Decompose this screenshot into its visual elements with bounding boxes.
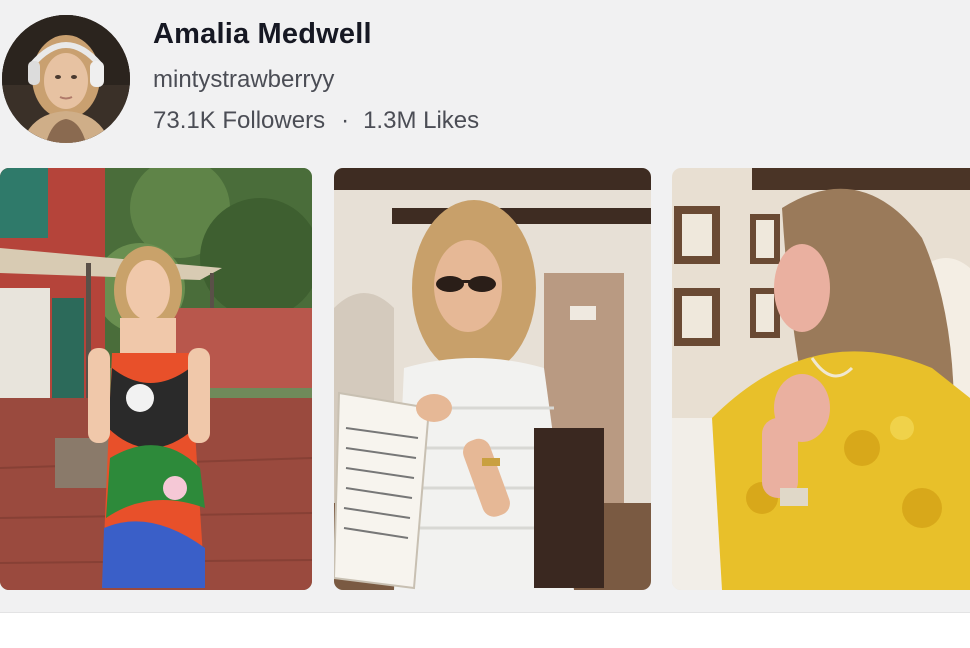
likes-count: 1.3M Likes	[363, 107, 480, 134]
avatar[interactable]	[2, 15, 130, 143]
video-thumbnail-image	[334, 168, 651, 590]
creator-handle[interactable]: mintystrawberryy	[153, 66, 334, 94]
page-divider	[0, 612, 970, 648]
video-thumbnail-2[interactable]	[334, 168, 651, 590]
video-thumbnail-1[interactable]	[0, 168, 312, 590]
video-thumbnail-image	[0, 168, 312, 590]
creator-name[interactable]: Amalia Medwell	[153, 18, 372, 51]
creator-stats: 73.1K Followers · 1.3M Likes	[153, 107, 479, 135]
video-thumbnail-3[interactable]	[672, 168, 970, 590]
video-thumbnail-image	[672, 168, 970, 590]
followers-count: 73.1K Followers	[153, 107, 326, 134]
creator-profile-card[interactable]: Amalia Medwell mintystrawberryy 73.1K Fo…	[0, 0, 970, 612]
stats-separator: ·	[341, 107, 350, 134]
avatar-photo	[2, 15, 130, 143]
